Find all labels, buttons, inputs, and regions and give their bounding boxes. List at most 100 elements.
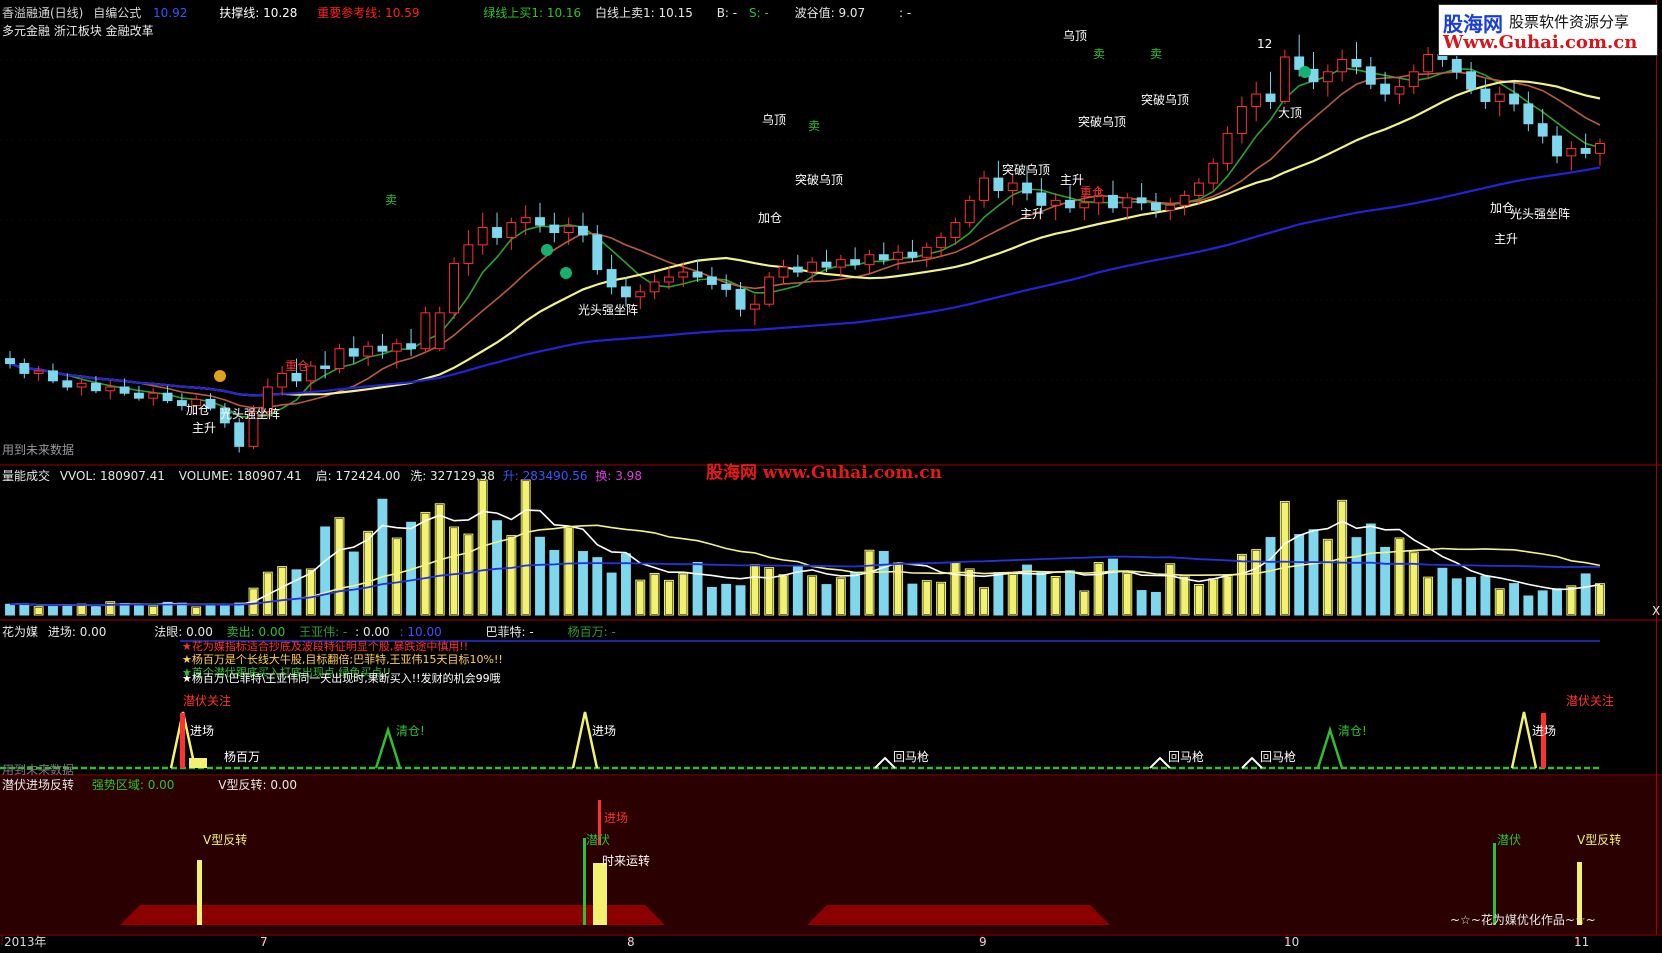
volume-bar-fill <box>565 527 573 614</box>
reversal-signal-4: 潜伏 <box>1497 833 1521 847</box>
entry-value: 进场: 0.00 <box>47 625 107 639</box>
volume-bar-fill <box>951 563 959 614</box>
candle-body <box>907 251 918 258</box>
yangbaiwan-value: 杨百万: - <box>567 625 616 639</box>
candle-body <box>835 259 846 268</box>
huaweimei-signal-10: 进场 <box>1532 724 1556 738</box>
candle-body <box>964 199 975 224</box>
white-sell-value: 白线上卖1: 10.15 <box>595 6 693 20</box>
volume-bar <box>1523 595 1534 616</box>
wangyawei-value-1: : 0.00 <box>355 625 390 639</box>
volume-panel-label[interactable]: 量能成交 <box>2 469 50 483</box>
candle-body <box>234 422 245 447</box>
candle-body <box>635 291 646 298</box>
volume-bar <box>706 586 717 616</box>
huaweimei-signal-3: 清仓! <box>396 724 425 738</box>
entry-red-bar <box>180 713 185 768</box>
candle-body <box>735 288 746 310</box>
candle-body <box>792 266 803 273</box>
volume-bar-fill <box>866 551 873 614</box>
candle-body <box>291 372 302 382</box>
formula-label[interactable]: 自编公式 <box>93 6 141 20</box>
huaweimei-signal-0: 潜伏关注 <box>183 693 231 708</box>
volume-bar <box>91 606 101 616</box>
candle-body <box>878 254 889 261</box>
candle-body <box>850 259 861 266</box>
huaweimei-label[interactable]: 花为媒 <box>2 625 38 639</box>
volume-bar <box>578 551 588 616</box>
buffett-value: 巴菲特: - <box>485 625 534 639</box>
candle-body <box>678 271 689 278</box>
volume-header-row: 量能成交 VVOL: 180907.41 VOLUME: 180907.41 启… <box>2 469 642 483</box>
volume-bar-fill <box>1324 540 1332 614</box>
volume-bar <box>5 603 15 616</box>
stock-title[interactable]: 香溢融通(日线) <box>2 6 83 20</box>
volume-bar-fill <box>1410 553 1418 614</box>
candle-body <box>391 343 402 352</box>
candle-body <box>1523 103 1534 125</box>
candle-body <box>1165 204 1176 211</box>
b-value: B: - <box>716 6 738 20</box>
v-reversal-value: V型反转: 0.00 <box>218 778 298 792</box>
candle-body <box>592 234 603 271</box>
volume-bar <box>219 605 230 616</box>
volume-bar-fill <box>464 535 472 614</box>
volume-bar-fill <box>1181 576 1189 614</box>
price-annotation-23: 12 <box>1257 37 1272 51</box>
fayan-value: 法眼: 0.00 <box>154 625 213 639</box>
volume-bar-fill <box>923 581 931 614</box>
price-annotation-0: 乌顶 <box>762 112 786 127</box>
candle-body <box>1022 182 1032 194</box>
price-annotation-6: 大顶 <box>1278 106 1302 120</box>
volume-bar <box>1380 546 1391 616</box>
price-annotation-16: 光头强坐阵 <box>220 407 280 421</box>
candle-body <box>1466 71 1477 90</box>
volume-bar <box>377 498 388 616</box>
header-row: 香溢融通(日线) 自编公式 10.92 扶撑线: 10.28 重要参考线: 10… <box>2 6 911 20</box>
candle-body <box>936 236 947 248</box>
candle-body <box>463 244 474 264</box>
volume-bar <box>1537 590 1548 616</box>
candle-body <box>706 276 717 285</box>
note-line-2: ★杨百万是个长线大牛股,目标翻倍;巴菲特,王亚伟15天目标10%!! <box>182 653 503 666</box>
candle-body <box>406 343 417 350</box>
volume-bar-fill <box>1396 539 1403 614</box>
candle-body <box>778 266 789 278</box>
strong-zone-value: 强势区域: 0.00 <box>91 778 175 792</box>
huaweimei-signal-9: 潜伏关注 <box>1566 693 1614 708</box>
candle-body <box>91 382 101 392</box>
candle-body <box>1423 54 1434 73</box>
candle-body <box>363 345 374 357</box>
volume-bar <box>1552 588 1562 616</box>
check-circle-icon <box>560 267 572 279</box>
volume-bar-fill <box>1224 576 1232 614</box>
volume-bar <box>1108 558 1118 616</box>
volume-bar-fill <box>1123 573 1131 614</box>
reversal-panel-label[interactable]: 潜伏进场反转 <box>2 778 74 792</box>
candle-body <box>348 348 359 357</box>
volume-bar <box>721 583 732 616</box>
volume-bar <box>1065 570 1075 616</box>
candle-body <box>821 261 832 268</box>
price-annotation-13: 加仓 <box>186 403 210 417</box>
candle-body <box>320 365 331 369</box>
volume-bar <box>850 572 861 616</box>
candle-body <box>950 222 961 238</box>
candle-body <box>1365 66 1376 85</box>
candle-body <box>1251 93 1262 107</box>
note-line-1: ★花为媒指标适合抄底及波段特征明显个股,暴跌途中慎用!! <box>182 640 469 653</box>
volume-bar-fill <box>636 581 644 614</box>
return-triangle <box>1149 756 1171 769</box>
volume-bar <box>907 583 918 616</box>
volume-bar <box>692 561 703 616</box>
credit-text: ~☆~花为媒优化作品~☆~ <box>1450 913 1596 927</box>
return-triangle <box>1241 756 1263 769</box>
volume-bar-fill <box>765 568 773 614</box>
price-annotation-22: 卖 <box>808 119 820 133</box>
huan-value: 换: 3.98 <box>595 469 642 483</box>
volume-ma5-line <box>9 509 1601 607</box>
volume-bar <box>1151 591 1161 616</box>
wangyawei-value-2: : 10.00 <box>399 625 442 639</box>
watermark-slogan: 股票软件资源分享 <box>1509 13 1630 31</box>
reversal-signal-2: 潜伏 <box>586 833 610 847</box>
